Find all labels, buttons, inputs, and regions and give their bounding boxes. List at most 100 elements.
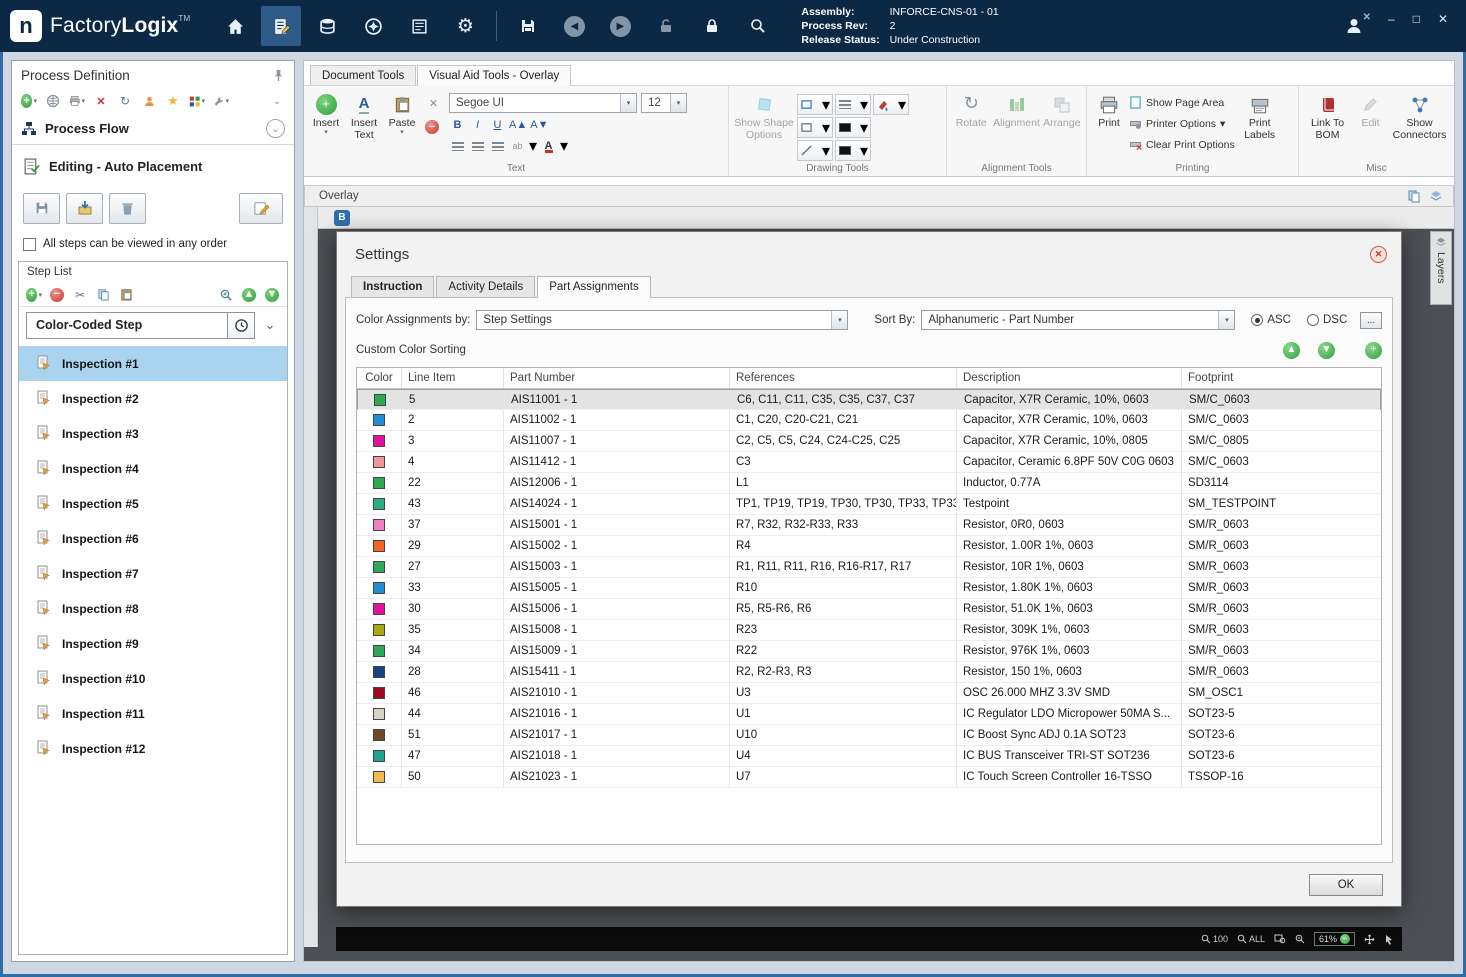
align-left-button[interactable] [449, 138, 466, 155]
italic-button[interactable]: I [469, 116, 486, 133]
line-style-select[interactable]: ▾ [797, 140, 833, 161]
step-type-chevron-icon[interactable]: ⌄ [260, 317, 280, 333]
edit-step-button[interactable] [239, 192, 283, 224]
arrange-button[interactable]: Arrange [1042, 89, 1083, 129]
color-swatch[interactable] [373, 624, 385, 636]
link-to-bom-button[interactable]: Link To BOM [1305, 89, 1351, 141]
show-connectors-button[interactable]: Show Connectors [1391, 89, 1449, 141]
board-chip[interactable]: B [334, 209, 350, 226]
web-button[interactable] [45, 93, 61, 109]
table-row[interactable]: 28 AIS15411 - 1 R2, R2-R3, R3 Resistor, 150… [357, 662, 1381, 683]
tab-visual-aid-tools[interactable]: Visual Aid Tools - Overlay [417, 65, 572, 86]
order-checkbox[interactable] [23, 237, 36, 251]
color-swatch[interactable] [373, 603, 385, 615]
column-header-references[interactable]: References [730, 368, 957, 388]
discard-step-button[interactable] [109, 192, 146, 224]
font-size-select[interactable]: 12 ▾ [641, 93, 687, 113]
table-row[interactable]: 22 AIS12006 - 1 L1 Inductor, 0.77A SD3114 [357, 473, 1381, 494]
line-color-select[interactable]: ▾ [835, 140, 871, 161]
move-step-up-button[interactable]: ▲ [241, 287, 257, 303]
process-editor-button[interactable] [261, 6, 302, 46]
table-row[interactable]: 4 AIS11412 - 1 C3 Capacitor, Ceramic 6.8PF … [357, 452, 1381, 473]
minimize-button[interactable]: – [1388, 12, 1395, 26]
edit-button[interactable]: Edit [1353, 89, 1389, 129]
zoom-all-button[interactable]: ALL [1237, 934, 1265, 944]
table-row[interactable]: 30 AIS15006 - 1 R5, R5-R6, R6 Resistor, 51.… [357, 599, 1381, 620]
tools-button[interactable]: ▾ [213, 93, 229, 109]
delete-text-button[interactable]: ✕ [425, 95, 442, 112]
step-item[interactable]: Inspection #6 [19, 521, 287, 556]
move-step-down-button[interactable]: ▼ [264, 287, 280, 303]
table-row[interactable]: 2 AIS11002 - 1 C1, C20, C20-C21, C21 Capaci… [357, 410, 1381, 431]
dialog-close-button[interactable]: ✕ [1370, 245, 1387, 263]
table-row[interactable]: 3 AIS11007 - 1 C2, C5, C5, C24, C24-C25, C… [357, 431, 1381, 452]
collapse-section-icon[interactable]: ⌄ [266, 119, 285, 138]
printer-options-button[interactable]: Printer Options ▾ [1129, 114, 1235, 133]
step-item[interactable]: Inspection #7 [19, 556, 287, 591]
color-swatch[interactable] [373, 477, 385, 489]
table-row[interactable]: 33 AIS15005 - 1 R10 Resistor, 1.80K 1%, 060… [357, 578, 1381, 599]
maximize-button[interactable]: □ [1413, 12, 1420, 26]
rotate-button[interactable]: ↻ Rotate [951, 89, 992, 129]
table-row[interactable]: 37 AIS15001 - 1 R7, R32, R32-R33, R33 Resis… [357, 515, 1381, 536]
table-row[interactable]: 43 AIS14024 - 1 TP1, TP19, TP19, TP30, TP3… [357, 494, 1381, 515]
align-right-button[interactable] [489, 138, 506, 155]
color-swatch[interactable] [373, 435, 385, 447]
delete-button[interactable]: ✕ [93, 93, 109, 109]
grow-font-button[interactable]: A▲ [509, 116, 527, 133]
color-swatch[interactable] [373, 498, 385, 510]
layers-tab[interactable]: Layers [1430, 231, 1452, 305]
find-step-button[interactable] [218, 287, 234, 303]
table-row[interactable]: 5 AIS11001 - 1 C6, C11, C11, C35, C35, C37… [357, 389, 1381, 410]
import-step-button[interactable] [66, 192, 103, 224]
unlock-button[interactable] [646, 6, 686, 46]
column-header-footprint[interactable]: Footprint [1182, 368, 1381, 388]
table-row[interactable]: 27 AIS15003 - 1 R1, R11, R11, R16, R16-R17… [357, 557, 1381, 578]
tab-part-assignments[interactable]: Part Assignments [537, 276, 651, 298]
table-row[interactable]: 47 AIS21018 - 1 U4 IC BUS Transceiver TRI-S… [357, 746, 1381, 767]
paste-button[interactable]: Paste ▾ [384, 89, 420, 137]
print-button[interactable]: ▾ [69, 93, 85, 109]
favorite-button[interactable]: ★ [165, 93, 181, 109]
navigator-button[interactable] [353, 6, 393, 46]
add-color-button[interactable]: + [1365, 341, 1382, 359]
insert-text-button[interactable]: A Insert Text [346, 89, 382, 141]
ok-button[interactable]: OK [1309, 873, 1383, 896]
documents-button[interactable] [399, 6, 439, 46]
dialog-titlebar[interactable]: Settings ✕ [337, 232, 1401, 276]
insert-button[interactable]: + Insert ▾ [308, 89, 344, 137]
print-button-ribbon[interactable]: Print [1091, 89, 1127, 129]
shape-select[interactable]: ▾ [797, 94, 833, 115]
home-button[interactable] [215, 6, 255, 46]
table-row[interactable]: 35 AIS15008 - 1 R23 Resistor, 309K 1%, 0603… [357, 620, 1381, 641]
copy-step-button[interactable] [95, 287, 111, 303]
shrink-font-button[interactable]: A▼ [530, 116, 548, 133]
step-item[interactable]: Inspection #1 [19, 346, 287, 381]
more-options-button[interactable]: ... [1360, 311, 1382, 329]
table-row[interactable]: 51 AIS21017 - 1 U10 IC Boost Sync ADJ 0.1A … [357, 725, 1381, 746]
user-assign-button[interactable] [141, 93, 157, 109]
text-fill-select[interactable]: ▾ [873, 94, 909, 115]
pin-icon[interactable] [272, 69, 285, 82]
process-flow-row[interactable]: Process Flow ⌄ [12, 113, 294, 145]
step-item[interactable]: Inspection #3 [19, 416, 287, 451]
zoom-out-button[interactable] [1295, 934, 1305, 944]
color-swatch[interactable] [373, 414, 385, 426]
materials-button[interactable] [307, 6, 347, 46]
move-color-down-button[interactable]: ▼ [1318, 341, 1335, 359]
save-button[interactable] [508, 6, 548, 46]
color-swatch[interactable] [374, 393, 386, 406]
add-step-button[interactable]: + ▾ [26, 287, 42, 303]
print-labels-button[interactable]: Print Labels [1237, 89, 1283, 141]
release-check-button[interactable] [738, 6, 778, 46]
close-button[interactable]: ✕ [1438, 12, 1448, 26]
timer-button[interactable] [227, 312, 254, 338]
underline-button[interactable]: U [489, 116, 506, 133]
show-shape-options-button[interactable]: Show Shape Options [733, 89, 795, 141]
color-swatch[interactable] [373, 645, 385, 657]
alignment-button[interactable]: Alignment [993, 89, 1040, 129]
zoom-level-control[interactable]: 61% − [1313, 932, 1355, 946]
tab-instruction[interactable]: Instruction [351, 276, 435, 297]
table-row[interactable]: 46 AIS21010 - 1 U3 OSC 26.000 MHZ 3.3V SMD S… [357, 683, 1381, 704]
zoom-region-button[interactable] [1274, 934, 1286, 944]
